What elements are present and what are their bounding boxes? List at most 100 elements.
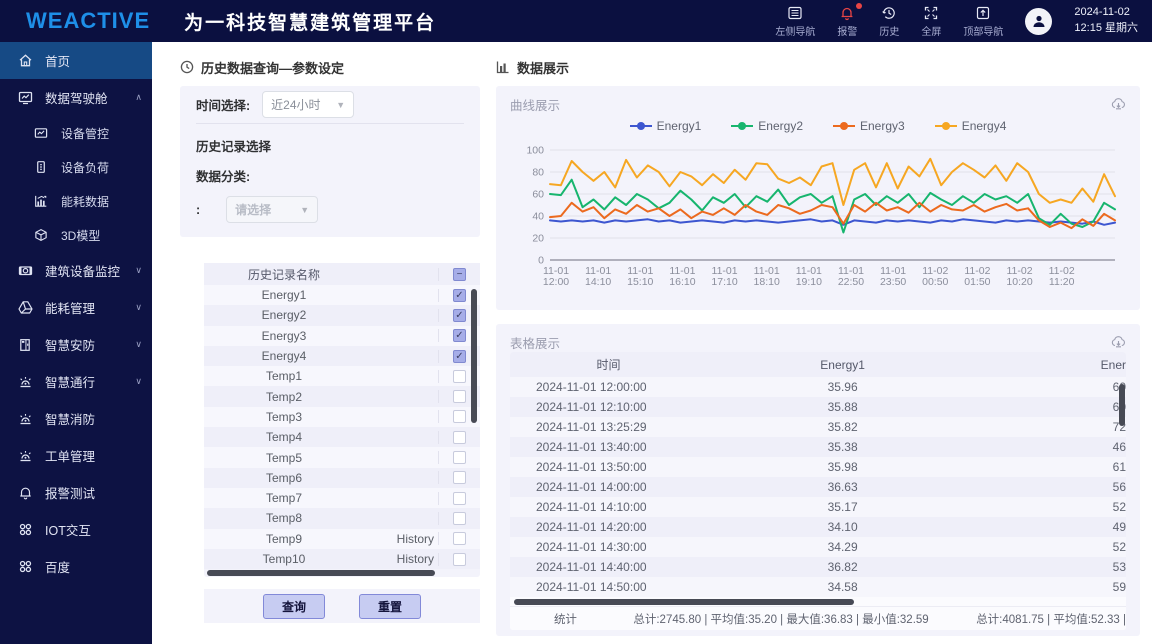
sidebar-item-4[interactable]: 能耗数据 [0, 184, 152, 218]
cell-energy2: 53 [1112, 560, 1126, 574]
sidebar-item-3[interactable]: 设备负荷 [0, 150, 152, 184]
time-range-select[interactable]: 近24小时 ▼ [262, 91, 355, 118]
record-row[interactable]: Temp5 [204, 447, 480, 468]
record-checkbox[interactable] [453, 410, 466, 424]
record-row[interactable]: Temp2 [204, 386, 480, 407]
record-row[interactable]: Temp6 [204, 467, 480, 488]
legend-marker [731, 122, 754, 130]
sidebar-item-9[interactable]: 智慧通行 ∨ [0, 363, 152, 400]
record-list-horizontal-scrollbar[interactable] [207, 570, 435, 577]
data-table-row: 2024-11-01 12:10:00 35.88 60 [510, 397, 1126, 417]
sidebar-item-label: 百度 [45, 561, 71, 575]
download-table-icon[interactable] [1111, 335, 1126, 350]
user-avatar[interactable] [1025, 7, 1053, 35]
record-row[interactable]: Temp4 [204, 427, 480, 448]
header-action-top-nav[interactable]: 顶部导航 [963, 5, 1003, 38]
cell-energy1: 35.98 [827, 460, 858, 474]
sidebar-item-label: 智慧安防 [45, 339, 96, 353]
cell-energy2: 56 [1112, 480, 1126, 494]
record-checkbox[interactable]: ✓ [453, 329, 466, 343]
cell-energy1: 34.29 [827, 540, 858, 554]
cell-energy1: 34.10 [827, 520, 858, 534]
category-select[interactable]: 请选择 ▼ [226, 196, 319, 223]
record-checkbox[interactable] [453, 471, 466, 485]
record-checkbox[interactable]: ✓ [453, 349, 466, 363]
sidebar-item-13[interactable]: IOT交互 [0, 511, 152, 548]
record-row[interactable]: Temp1 [204, 366, 480, 387]
clock-icon [180, 60, 194, 74]
record-row[interactable]: Energy3 ✓ [204, 325, 480, 346]
record-extra: History [396, 552, 434, 566]
sidebar-item-0[interactable]: 首页 [0, 42, 152, 79]
record-checkbox[interactable] [453, 451, 466, 465]
display-panel: 数据展示 曲线展示 Energy1 Energy2 Energy3 Energy… [496, 56, 1140, 644]
chevron-down-icon: ∨ [135, 376, 142, 386]
cell-time: 2024-11-01 13:25:29 [536, 420, 647, 434]
record-checkbox[interactable] [453, 390, 466, 404]
record-name: Temp7 [265, 491, 303, 506]
sidebar-item-8[interactable]: 智慧安防 ∨ [0, 326, 152, 363]
record-name: Temp5 [265, 450, 303, 465]
download-chart-icon[interactable] [1111, 97, 1126, 112]
record-row[interactable]: Temp7 [204, 487, 480, 509]
svg-text:80: 80 [532, 167, 544, 179]
header-action-label: 历史 [879, 26, 900, 38]
sidebar-item-10[interactable]: 智慧消防 [0, 400, 152, 437]
query-panel-title: 历史数据查询—参数设定 [201, 60, 345, 76]
data-table-row: 2024-11-01 14:30:00 34.29 52 [510, 537, 1126, 557]
sidebar-item-label: 智慧消防 [45, 413, 96, 427]
legend-item-Energy1[interactable]: Energy1 [629, 119, 701, 133]
sidebar-item-5[interactable]: 3D模型 [0, 218, 152, 252]
record-checkbox[interactable] [453, 430, 466, 444]
header-action-fullscreen[interactable]: 全屏 [921, 5, 941, 38]
record-checkbox[interactable] [453, 552, 466, 566]
record-checkbox[interactable] [453, 491, 466, 505]
record-row[interactable]: Energy1 ✓ [204, 285, 480, 306]
record-row[interactable]: Energy4 ✓ [204, 345, 480, 367]
svg-text:12:00: 12:00 [543, 276, 569, 288]
data-table-vertical-scrollbar[interactable] [1119, 384, 1125, 426]
data-table-row: 2024-11-01 14:00:00 36.63 56 [510, 477, 1126, 497]
record-row[interactable]: Temp3 [204, 406, 480, 428]
record-row[interactable]: Temp10 History [204, 548, 480, 570]
record-row[interactable]: Temp8 [204, 508, 480, 529]
record-checkbox[interactable]: ✓ [453, 308, 466, 322]
legend-item-Energy3[interactable]: Energy3 [833, 119, 905, 133]
sidebar-item-2[interactable]: 设备管控 [0, 116, 152, 150]
dashboard-icon [18, 90, 33, 105]
sidebar-item-6[interactable]: 建筑设备监控 ∨ [0, 252, 152, 289]
bar-chart-icon [496, 60, 510, 74]
data-table-horizontal-scrollbar[interactable] [514, 598, 854, 605]
sidebar-item-1[interactable]: 数据驾驶舱 ∧ [0, 79, 152, 116]
record-checkbox[interactable]: ✓ [453, 288, 466, 302]
select-all-checkbox[interactable]: − [453, 267, 466, 281]
sidebar-item-label: 工单管理 [45, 450, 96, 464]
cell-energy2: 46 [1112, 440, 1126, 454]
line-chart[interactable]: 02040608010011-0112:0011-0114:1011-0115:… [510, 138, 1127, 306]
record-checkbox[interactable] [453, 532, 466, 546]
cell-energy2: 59 [1112, 580, 1126, 594]
legend-marker [629, 122, 652, 130]
sidebar-item-14[interactable]: 百度 [0, 548, 152, 585]
cell-energy2: 60 [978, 400, 1126, 414]
record-row[interactable]: Energy2 ✓ [204, 305, 480, 326]
chevron-down-icon: ▼ [336, 99, 346, 110]
record-checkbox[interactable] [453, 511, 466, 525]
record-checkbox[interactable] [453, 369, 466, 383]
sidebar-item-label: 智慧通行 [45, 376, 96, 390]
header-action-history-clock[interactable]: 历史 [879, 5, 899, 38]
reset-button[interactable]: 重置 [359, 593, 422, 619]
header-action-label: 左侧导航 [775, 26, 816, 38]
legend-item-Energy4[interactable]: Energy4 [934, 119, 1006, 133]
sidebar-item-7[interactable]: 能耗管理 ∨ [0, 289, 152, 326]
header-action-list-nav[interactable]: 左侧导航 [775, 5, 815, 38]
cell-time: 2024-11-01 12:10:00 [536, 400, 647, 414]
svg-text:11:20: 11:20 [1049, 276, 1075, 288]
header-action-alarm-bell[interactable]: 报警 [837, 2, 863, 38]
legend-item-Energy2[interactable]: Energy2 [731, 119, 803, 133]
record-row[interactable]: Temp9 History [204, 528, 480, 549]
record-list-vertical-scrollbar[interactable] [471, 289, 477, 423]
sidebar-item-12[interactable]: 报警测试 [0, 474, 152, 511]
sidebar-item-11[interactable]: 工单管理 [0, 437, 152, 474]
query-button[interactable]: 查询 [262, 593, 325, 619]
